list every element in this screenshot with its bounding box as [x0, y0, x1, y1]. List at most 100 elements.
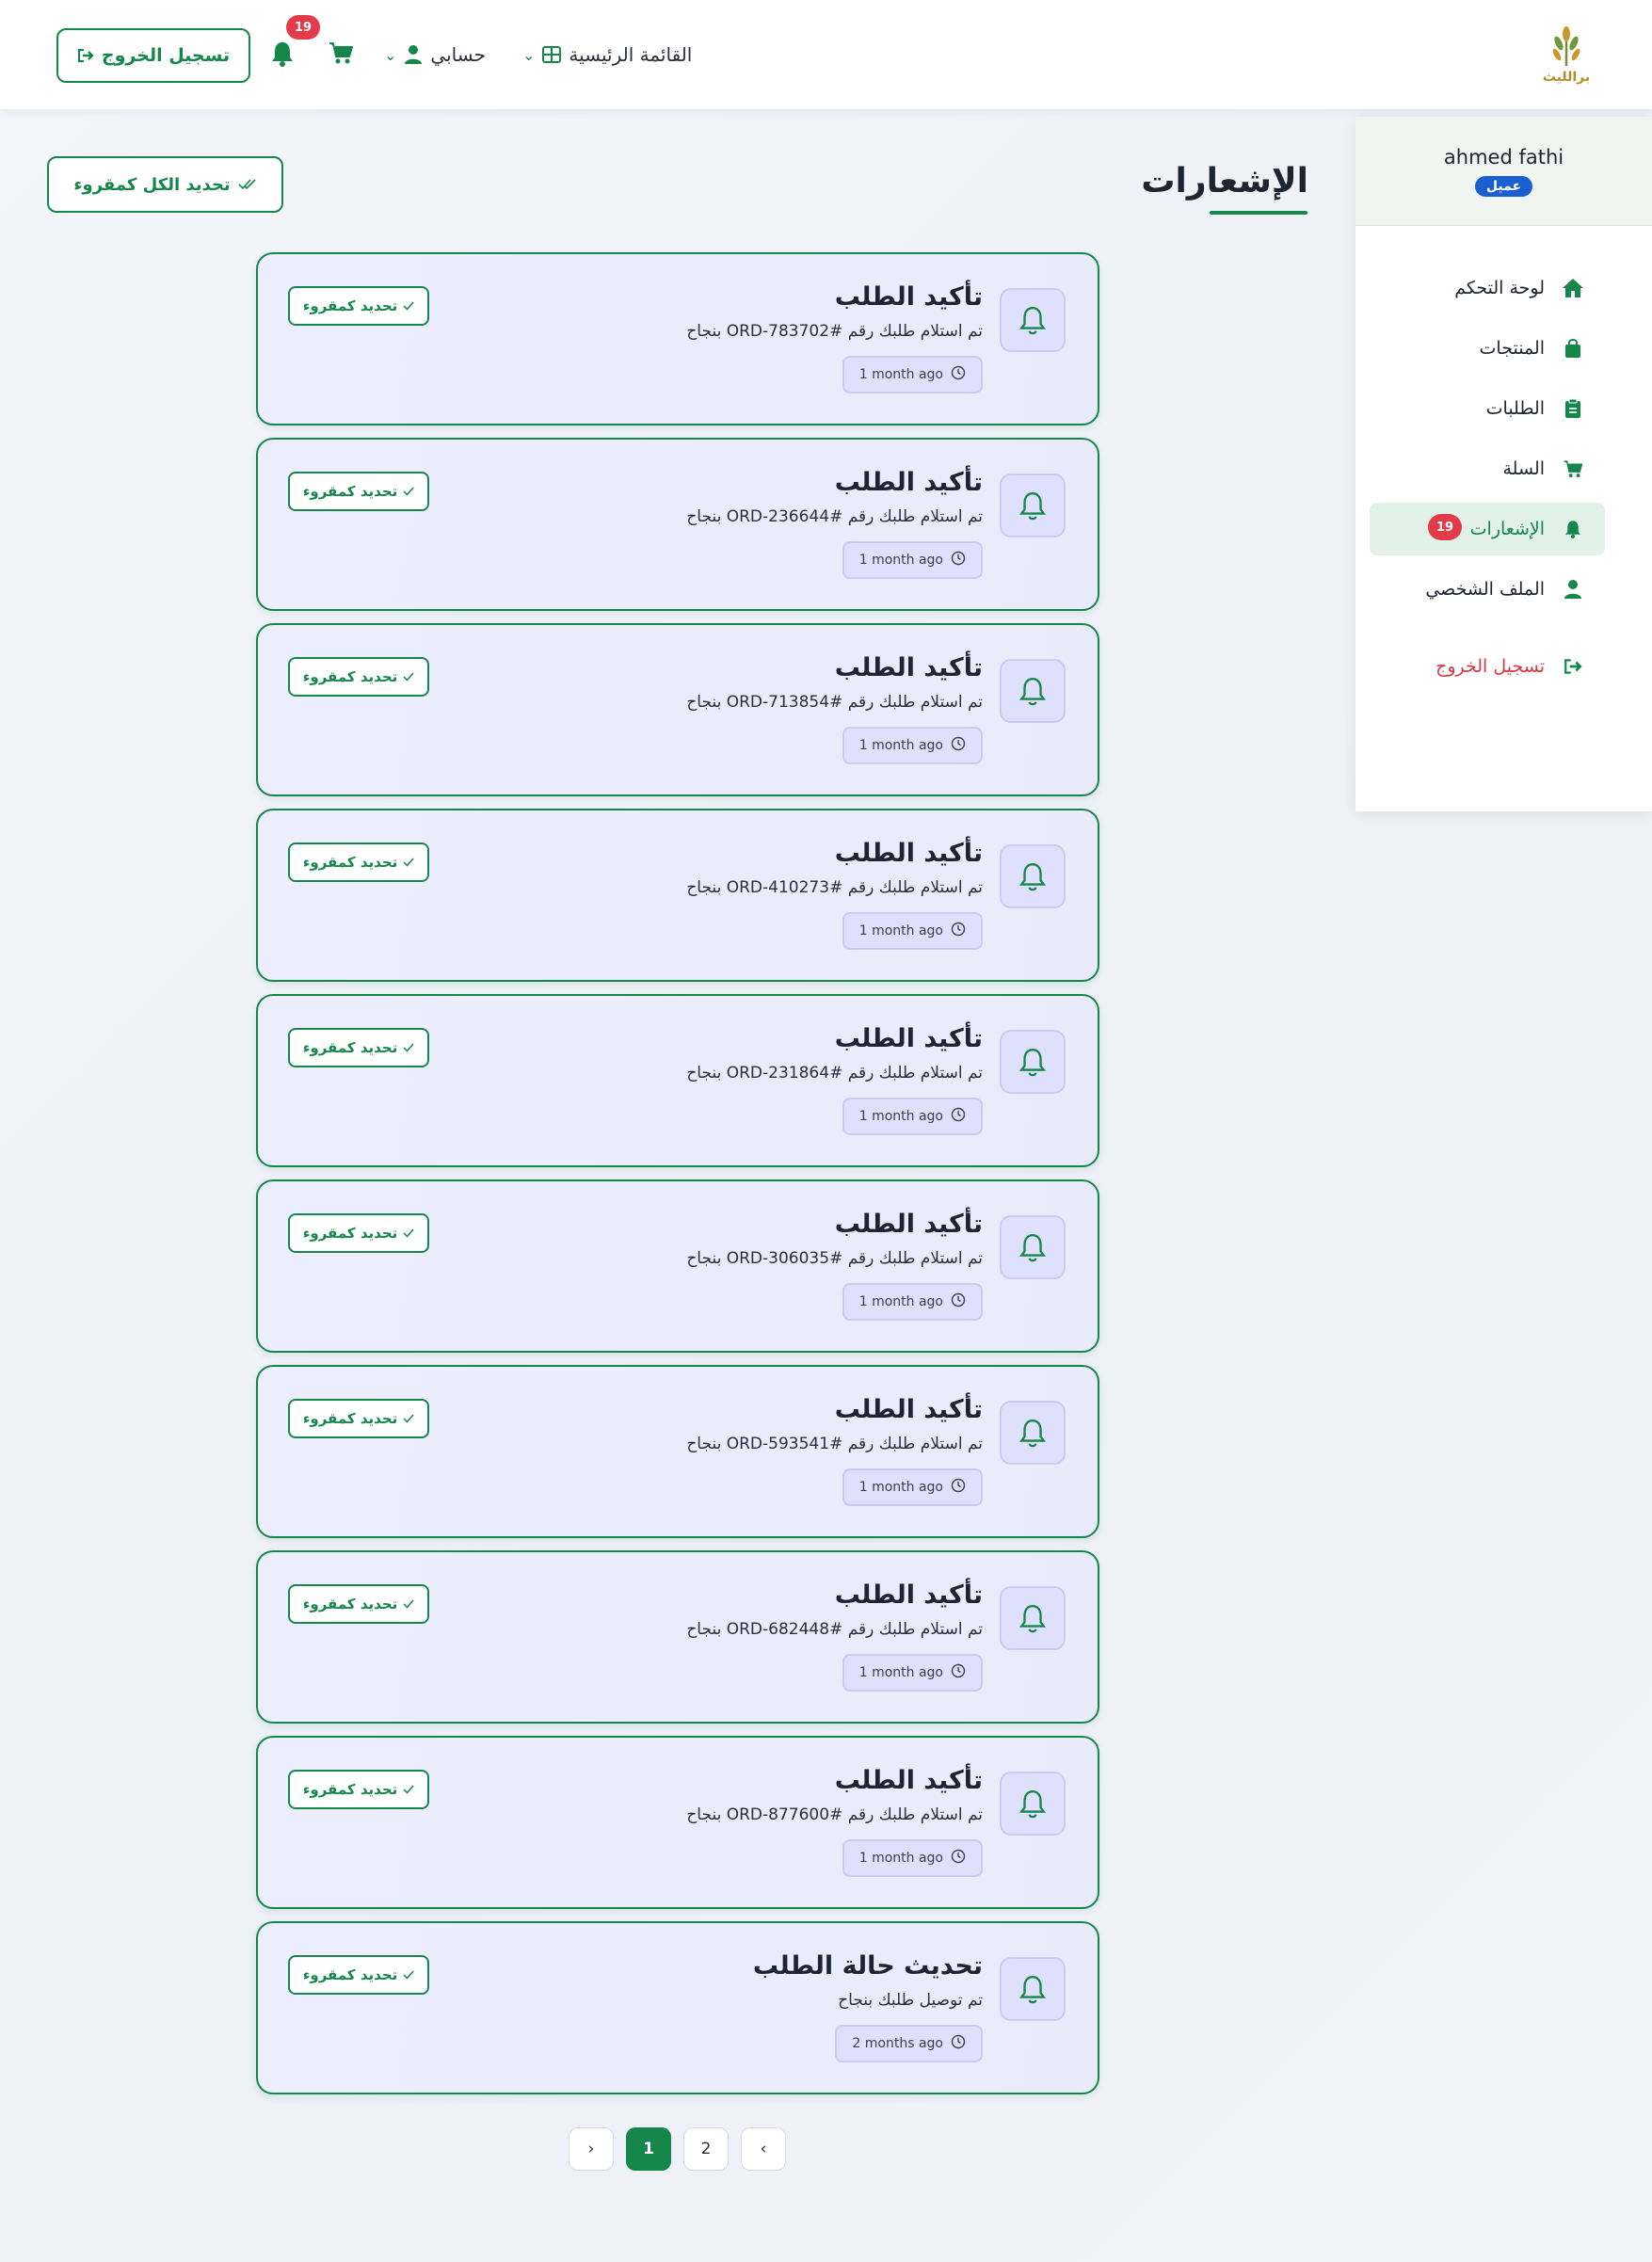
pagination-page-2[interactable]: 2: [683, 2127, 729, 2171]
user-role-badge: عميل: [1474, 175, 1533, 197]
mark-all-read-label: تحديد الكل كمقروء: [73, 174, 231, 195]
check-icon: [403, 1225, 414, 1242]
user-icon: [1562, 578, 1584, 601]
clock-icon: [951, 736, 966, 755]
notification-message: تم استلام طلبك رقم #ORD-306035 بنجاح: [686, 1249, 983, 1268]
bell-icon: [1000, 844, 1066, 908]
sidebar-item-label: لوحة التحكم: [1454, 278, 1545, 298]
bell-icon: [1000, 1030, 1066, 1094]
pagination-page-1[interactable]: 1: [626, 2127, 671, 2171]
brand-logo[interactable]: برالليث: [1534, 23, 1598, 88]
sidebar-item-dashboard[interactable]: لوحة التحكم: [1370, 262, 1605, 314]
main-menu-dropdown[interactable]: ⌄ القائمة الرئيسية: [522, 38, 692, 72]
time-label: 1 month ago: [858, 1294, 943, 1309]
top-navbar: برالليث ⌄ القائمة الرئيسية ⌄ حسابي 19 تس…: [0, 0, 1652, 109]
notification-time: 1 month ago: [842, 1654, 983, 1692]
notification-card[interactable]: تحديث حالة الطلب تم توصيل طلبك بنجاح 2 mon…: [256, 1921, 1099, 2094]
notification-card[interactable]: تأكيد الطلب تم استلام طلبك رقم #ORD-78370…: [256, 252, 1099, 425]
logout-button[interactable]: تسجيل الخروج: [56, 28, 250, 83]
notification-message: تم استلام طلبك رقم #ORD-410273 بنجاح: [686, 878, 983, 897]
user-card: ahmed fathi عميل: [1355, 117, 1652, 226]
bell-icon: [1000, 1957, 1066, 2021]
notification-title: تأكيد الطلب: [834, 468, 983, 497]
notification-card[interactable]: تأكيد الطلب تم استلام طلبك رقم #ORD-87760…: [256, 1736, 1099, 1909]
sidebar-item-logout[interactable]: تسجيل الخروج: [1370, 640, 1605, 693]
home-icon: [1562, 277, 1584, 299]
clock-icon: [951, 1292, 966, 1311]
bell-icon: [1000, 1586, 1066, 1650]
mark-read-button[interactable]: تحديد كمقروء: [288, 1213, 429, 1253]
clock-icon: [951, 2034, 966, 2053]
sidebar-item-products[interactable]: المنتجات: [1370, 322, 1605, 375]
mark-read-label: تحديد كمقروء: [302, 1039, 398, 1056]
mark-read-button[interactable]: تحديد كمقروء: [288, 1770, 429, 1809]
mark-read-button[interactable]: تحديد كمقروء: [288, 1399, 429, 1438]
account-label: حسابي: [430, 43, 486, 66]
check-icon: [403, 1966, 414, 1983]
notification-card[interactable]: تأكيد الطلب تم استلام طلبك رقم #ORD-59354…: [256, 1365, 1099, 1538]
pagination-prev-button[interactable]: ‹: [741, 2127, 786, 2171]
logout-icon: [1562, 655, 1584, 678]
mark-read-button[interactable]: تحديد كمقروء: [288, 657, 429, 697]
mark-read-button[interactable]: تحديد كمقروء: [288, 842, 429, 882]
time-label: 2 months ago: [852, 2036, 943, 2051]
mark-read-button[interactable]: تحديد كمقروء: [288, 472, 429, 511]
bell-icon: [1562, 518, 1584, 540]
logout-icon: [77, 49, 94, 62]
notification-title: تأكيد الطلب: [834, 1395, 983, 1424]
sidebar-item-cart[interactable]: السلة: [1370, 442, 1605, 495]
cart-icon: [1562, 457, 1584, 480]
logo-text: برالليث: [1542, 70, 1591, 85]
user-name: ahmed fathi: [1443, 145, 1564, 168]
notification-message: تم توصيل طلبك بنجاح: [838, 1991, 983, 2010]
sidebar-item-orders[interactable]: الطلبات: [1370, 382, 1605, 435]
clock-icon: [951, 1663, 966, 1682]
clock-icon: [951, 922, 966, 940]
notification-card[interactable]: تأكيد الطلب تم استلام طلبك رقم #ORD-41027…: [256, 809, 1099, 982]
mark-read-label: تحديد كمقروء: [302, 483, 398, 500]
notification-title: تأكيد الطلب: [834, 282, 983, 312]
notification-card[interactable]: تأكيد الطلب تم استلام طلبك رقم #ORD-30603…: [256, 1179, 1099, 1353]
bag-icon: [1562, 337, 1584, 360]
check-icon: [403, 297, 414, 314]
cart-icon[interactable]: [328, 40, 354, 66]
mark-read-button[interactable]: تحديد كمقروء: [288, 286, 429, 326]
mark-all-read-button[interactable]: تحديد الكل كمقروء: [47, 156, 283, 213]
mark-read-label: تحديد كمقروء: [302, 854, 398, 871]
time-label: 1 month ago: [858, 1480, 943, 1495]
time-label: 1 month ago: [858, 367, 943, 382]
mark-read-label: تحديد كمقروء: [302, 1225, 398, 1242]
time-label: 1 month ago: [858, 923, 943, 938]
time-label: 1 month ago: [858, 1109, 943, 1124]
notification-card[interactable]: تأكيد الطلب تم استلام طلبك رقم #ORD-23664…: [256, 438, 1099, 611]
clock-icon: [951, 1849, 966, 1868]
wheat-logo-icon: [1552, 26, 1580, 66]
notification-message: تم استلام طلبك رقم #ORD-236644 بنجاح: [686, 507, 983, 526]
chevron-right-icon: ›: [587, 2140, 595, 2158]
sidebar-item-label: الملف الشخصي: [1425, 579, 1545, 600]
double-check-icon: [238, 179, 256, 190]
notification-card[interactable]: تأكيد الطلب تم استلام طلبك رقم #ORD-23186…: [256, 994, 1099, 1167]
sidebar-item-notifications[interactable]: 19 الإشعارات: [1370, 503, 1605, 555]
notification-card[interactable]: تأكيد الطلب تم استلام طلبك رقم #ORD-68244…: [256, 1550, 1099, 1724]
bell-icon: [1000, 473, 1066, 537]
sidebar-item-profile[interactable]: الملف الشخصي: [1370, 563, 1605, 616]
mark-read-button[interactable]: تحديد كمقروء: [288, 1584, 429, 1624]
bell-icon: [1000, 1772, 1066, 1836]
notification-card[interactable]: تأكيد الطلب تم استلام طلبك رقم #ORD-71385…: [256, 623, 1099, 796]
sidebar: ahmed fathi عميل لوحة التحكم المنتجات ال…: [1355, 117, 1652, 811]
clipboard-icon: [1562, 397, 1584, 420]
pagination-next-button[interactable]: ›: [569, 2127, 614, 2171]
notification-title: تحديث حالة الطلب: [752, 1951, 983, 1981]
check-icon: [403, 1410, 414, 1427]
sidebar-item-label: المنتجات: [1479, 338, 1545, 359]
notification-message: تم استلام طلبك رقم #ORD-783702 بنجاح: [686, 322, 983, 341]
time-label: 1 month ago: [858, 1851, 943, 1866]
notification-time: 1 month ago: [842, 912, 983, 950]
bell-icon[interactable]: [269, 40, 296, 68]
check-icon: [403, 1596, 414, 1612]
sidebar-item-label: السلة: [1502, 458, 1546, 479]
mark-read-button[interactable]: تحديد كمقروء: [288, 1028, 429, 1067]
account-dropdown[interactable]: ⌄ حسابي: [384, 38, 486, 72]
mark-read-button[interactable]: تحديد كمقروء: [288, 1955, 429, 1995]
